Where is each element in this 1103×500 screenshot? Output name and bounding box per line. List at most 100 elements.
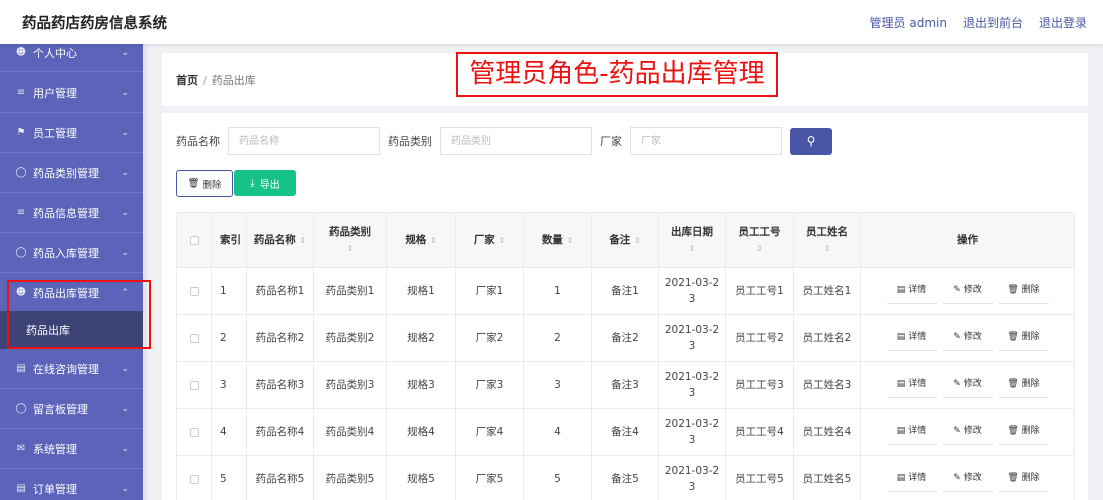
select-all-checkbox[interactable] (189, 235, 199, 245)
trash-icon: 🗑 (1007, 426, 1019, 436)
delete-row-button[interactable]: 🗑 删除 (998, 419, 1049, 445)
breadcrumb-home[interactable]: 首页 (176, 74, 198, 87)
chevron-down-icon: ⌄ (121, 47, 129, 58)
col-employee-no[interactable]: 员工工号 ⇕ (725, 212, 794, 268)
edit-button[interactable]: ✎ 修改 (942, 466, 993, 492)
col-outbound-date[interactable]: 出库日期 ⇕ (658, 212, 726, 268)
row-checkbox[interactable] (189, 427, 199, 437)
detail-button[interactable]: ▤ 详情 (886, 325, 937, 351)
edit-icon: ✎ (953, 285, 961, 295)
delete-row-button[interactable]: 🗑 删除 (998, 466, 1049, 492)
select-all-checkbox-cell[interactable] (176, 212, 212, 268)
col-drug-name[interactable]: 药品名称 ⇕ (246, 212, 314, 268)
cell-drug-name: 药品名称2 (246, 314, 314, 362)
edit-button[interactable]: ✎ 修改 (942, 278, 993, 304)
edit-button[interactable]: ✎ 修改 (942, 372, 993, 398)
sidebar-item-drug-inbound[interactable]: ◯ 药品入库管理 ⌄ (0, 233, 143, 273)
delete-label: 删除 (1021, 379, 1040, 389)
detail-label: 详情 (908, 426, 927, 436)
edit-button[interactable]: ✎ 修改 (942, 325, 993, 351)
sidebar-item-employees[interactable]: ⚑ 员工管理 ⌄ (0, 113, 143, 153)
detail-button[interactable]: ▤ 详情 (886, 372, 937, 398)
sort-icon[interactable]: ⇕ (634, 236, 641, 245)
detail-button[interactable]: ▤ 详情 (886, 466, 937, 492)
col-note[interactable]: 备注 ⇕ (591, 212, 659, 268)
detail-label: 详情 (908, 473, 927, 483)
delete-label: 删除 (1021, 332, 1040, 342)
col-manufacturer[interactable]: 厂家 ⇕ (455, 212, 524, 268)
manufacturer-input[interactable] (630, 127, 782, 155)
document-icon: ▤ (896, 332, 906, 342)
sort-icon[interactable]: ⇕ (756, 244, 763, 253)
sort-icon[interactable]: ⇕ (689, 244, 696, 253)
sort-icon[interactable]: ⇕ (824, 244, 831, 253)
delete-row-button[interactable]: 🗑 删除 (998, 278, 1049, 304)
row-checkbox-cell[interactable] (176, 408, 212, 456)
row-checkbox-cell[interactable] (176, 267, 212, 315)
row-checkbox[interactable] (189, 286, 199, 296)
col-operations-label: 操作 (957, 234, 978, 246)
search-button[interactable]: ⚲ (790, 127, 832, 155)
row-checkbox[interactable] (189, 380, 199, 390)
cell-quantity: 2 (523, 314, 592, 362)
sort-icon[interactable]: ⇕ (498, 236, 505, 245)
sidebar-item-label: 药品信息管理 (33, 206, 99, 220)
date-line-1: 2021-03-2 (664, 277, 720, 289)
cell-drug-category: 药品类别3 (313, 361, 387, 409)
sidebar-item-drug-info[interactable]: ≡ 药品信息管理 ⌄ (0, 193, 143, 233)
sidebar-item-consult[interactable]: ▤ 在线咨询管理 ⌄ (0, 349, 143, 389)
export-button[interactable]: ⤓ 导出 (234, 170, 296, 196)
sidebar-item-message-board[interactable]: ◯ 留言板管理 ⌄ (0, 389, 143, 429)
detail-button[interactable]: ▤ 详情 (886, 419, 937, 445)
table-row: 2 药品名称2 药品类别2 规格2 厂家2 2 备注2 2021-03-2 3 员工工号2 员工姓名… (176, 314, 1075, 362)
edit-button[interactable]: ✎ 修改 (942, 419, 993, 445)
drug-name-input[interactable] (228, 127, 380, 155)
sort-icon[interactable]: ⇕ (430, 236, 437, 245)
sidebar-item-label: 留言板管理 (33, 402, 88, 416)
col-quantity[interactable]: 数量 ⇕ (523, 212, 592, 268)
sidebar-item-orders[interactable]: ▤ 订单管理 ⌄ (0, 469, 143, 500)
cell-operations: ▤ 详情 ✎ 修改 🗑 删除 (860, 267, 1075, 315)
sort-icon[interactable]: ⇕ (299, 236, 306, 245)
delete-button[interactable]: 🗑 删除 (176, 170, 233, 197)
edit-icon: ✎ (953, 379, 961, 389)
col-spec[interactable]: 规格 ⇕ (386, 212, 456, 268)
chevron-down-icon: ⌄ (121, 127, 129, 138)
main-content: 药品名称 药品类别 厂家 ⚲ 🗑 删除 ⤓ 导出 索引 药品名称 ⇕ 药品类别 ⇕ (162, 113, 1088, 500)
cell-index: 4 (211, 408, 247, 456)
col-employee-name[interactable]: 员工姓名 ⇕ (793, 212, 861, 268)
table-header-row: 索引 药品名称 ⇕ 药品类别 ⇕ 规格 ⇕ 厂家 ⇕ 数量 ⇕ 备注 ⇕ 出库日期… (176, 212, 1075, 268)
sort-icon[interactable]: ⇕ (347, 244, 354, 253)
sort-icon[interactable]: ⇕ (566, 236, 573, 245)
sidebar: ☻ 个人中心 ⌄ ≡ 用户管理 ⌄ ⚑ 员工管理 ⌄ ◯ 药品类别管理 ⌄ ≡ … (0, 34, 143, 500)
cell-note: 备注3 (591, 361, 659, 409)
logout-link[interactable]: 退出登录 (1039, 14, 1087, 31)
delete-label: 删除 (1021, 285, 1040, 295)
col-drug-category[interactable]: 药品类别 ⇕ (313, 212, 387, 268)
admin-user-link[interactable]: 管理员 admin (870, 14, 947, 31)
cell-drug-name: 药品名称3 (246, 361, 314, 409)
cell-quantity: 4 (523, 408, 592, 456)
cell-drug-category: 药品类别5 (313, 455, 387, 500)
row-checkbox[interactable] (189, 333, 199, 343)
row-checkbox-cell[interactable] (176, 361, 212, 409)
row-checkbox-cell[interactable] (176, 314, 212, 362)
cell-drug-category: 药品类别1 (313, 267, 387, 315)
sidebar-item-users[interactable]: ≡ 用户管理 ⌄ (0, 73, 143, 113)
cell-spec: 规格3 (386, 361, 456, 409)
col-spec-label: 规格 (405, 233, 427, 246)
cell-spec: 规格4 (386, 408, 456, 456)
cell-operations: ▤ 详情 ✎ 修改 🗑 删除 (860, 361, 1075, 409)
sidebar-item-drug-category[interactable]: ◯ 药品类别管理 ⌄ (0, 153, 143, 193)
sidebar-item-label: 个人中心 (33, 46, 77, 60)
row-checkbox[interactable] (189, 474, 199, 484)
detail-button[interactable]: ▤ 详情 (886, 278, 937, 304)
drug-category-input[interactable] (440, 127, 592, 155)
delete-row-button[interactable]: 🗑 删除 (998, 372, 1049, 398)
sidebar-scrollbar[interactable] (143, 44, 147, 500)
row-checkbox-cell[interactable] (176, 455, 212, 500)
back-to-frontend-link[interactable]: 退出到前台 (963, 14, 1023, 31)
sidebar-item-system[interactable]: ✉ 系统管理 ⌄ (0, 429, 143, 469)
delete-row-button[interactable]: 🗑 删除 (998, 325, 1049, 351)
table-body: 1 药品名称1 药品类别1 规格1 厂家1 1 备注1 2021-03-2 3 员工工号1 员工姓名… (176, 267, 1075, 500)
